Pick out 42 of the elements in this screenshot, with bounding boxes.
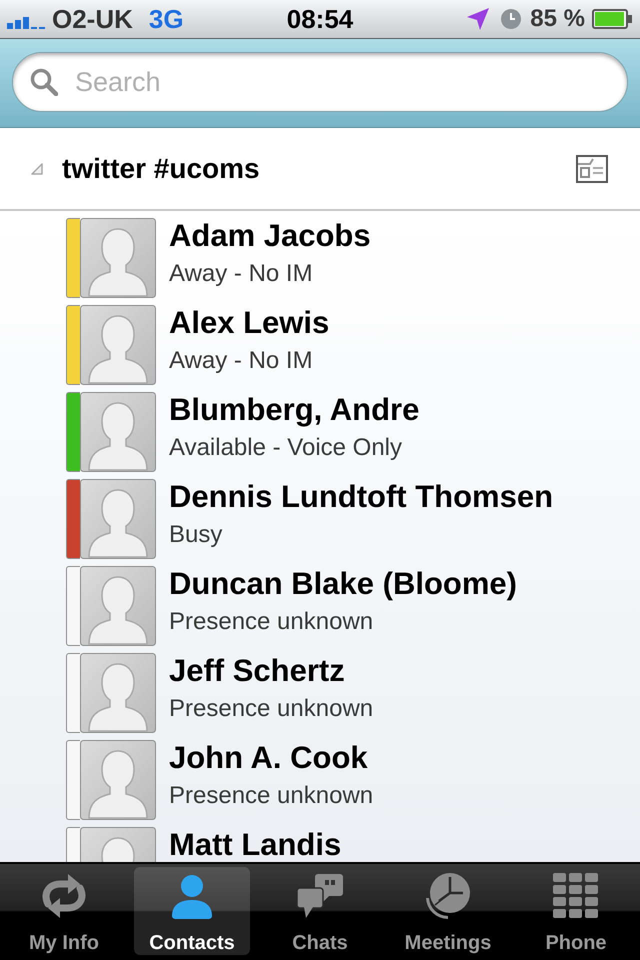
avatar-icon	[80, 566, 156, 646]
avatar-icon	[80, 305, 156, 385]
contact-name: Jeff Schertz	[169, 655, 346, 687]
presence-status: Away - No IM	[169, 347, 314, 375]
presence-status: Presence unknown	[169, 782, 374, 810]
carrier-name: O2-UK	[52, 4, 133, 34]
avatar-icon	[80, 479, 156, 559]
location-arrow-icon	[467, 8, 490, 30]
presence-status: Presence unknown	[169, 695, 374, 723]
contact-name: Dennis Lundtoft Thomsen	[169, 481, 554, 513]
group-title[interactable]: twitter #ucoms	[62, 152, 260, 184]
clock-icon	[423, 872, 473, 920]
avatar-icon	[80, 740, 156, 820]
clock-time: 08:54	[286, 4, 354, 34]
speech-bubbles-icon	[295, 872, 345, 920]
tab[interactable]: Contacts	[134, 867, 250, 955]
tab[interactable]: Chats	[262, 867, 378, 955]
contact-name: Duncan Blake (Bloome)	[169, 568, 517, 600]
tab[interactable]: Phone	[518, 867, 634, 955]
clock-icon	[501, 9, 522, 29]
contact-name: John A. Cook	[169, 742, 369, 774]
contact-name: Alex Lewis	[169, 307, 330, 339]
tab[interactable]: Meetings	[390, 867, 506, 955]
contact-name: Adam Jacobs	[169, 220, 371, 252]
keypad-icon	[551, 872, 601, 920]
contact-name: Matt Landis	[169, 829, 342, 861]
presence-status: Away - No IM	[169, 260, 314, 288]
network-type: 3G	[148, 4, 184, 34]
signal-icon	[7, 15, 45, 29]
contact-name: Blumberg, Andre	[169, 394, 420, 426]
battery-icon	[592, 9, 632, 29]
search-icon	[30, 68, 58, 96]
search-field[interactable]: Search	[12, 52, 628, 112]
avatar-icon	[80, 218, 156, 298]
avatar-icon	[80, 653, 156, 733]
tab[interactable]: My Info	[6, 867, 122, 955]
presence-status: Available - Voice Only	[169, 434, 404, 462]
battery-percentage: 85 %	[530, 5, 585, 33]
presence-status: Busy	[169, 521, 224, 549]
presence-status: Presence unknown	[169, 608, 374, 636]
contact-card-icon[interactable]	[576, 154, 608, 182]
avatar-icon	[80, 392, 156, 472]
